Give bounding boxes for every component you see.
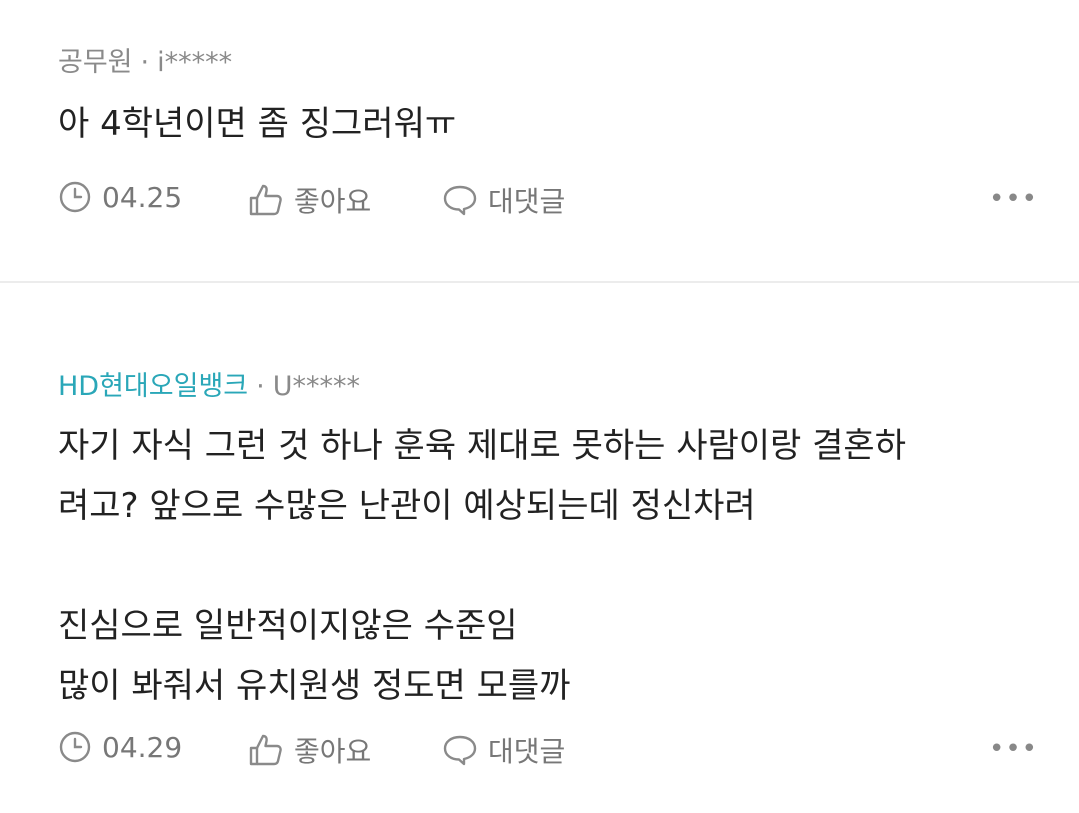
- clock-icon: [59, 181, 91, 213]
- comment-date: 04.25: [58, 180, 182, 214]
- like-button[interactable]: 좋아요: [248, 730, 371, 770]
- more-options-icon[interactable]: •••: [989, 734, 1038, 764]
- comment-actions: 04.25 좋아요 대댓글 •••: [58, 180, 1038, 220]
- like-button[interactable]: 좋아요: [248, 180, 371, 220]
- comment-date-text: 04.25: [102, 180, 183, 214]
- speech-bubble-icon: [443, 185, 477, 216]
- thumbs-up-icon: [249, 734, 282, 766]
- like-label: 좋아요: [294, 735, 372, 768]
- comment-date: 04.29: [58, 730, 182, 764]
- comment-meta: HD현대오일뱅크 · U*****: [58, 364, 360, 403]
- comment-meta: 공무원 · i*****: [58, 40, 232, 79]
- comment-username: U*****: [272, 371, 360, 402]
- comment-actions: 04.29 좋아요 대댓글 •••: [58, 730, 1038, 770]
- comment-company[interactable]: HD현대오일뱅크: [58, 371, 248, 402]
- comment-text: 자기 자식 그런 것 하나 훈육 제대로 못하는 사람이랑 결혼하 려고? 앞으…: [58, 426, 906, 706]
- comment-divider: [0, 281, 1079, 283]
- comment-text: 아 4학년이면 좀 징그러워ㅠ: [58, 104, 457, 144]
- comment-username: i*****: [157, 47, 233, 78]
- reply-button[interactable]: 대댓글: [442, 180, 565, 220]
- meta-separator: ·: [140, 47, 150, 78]
- comment-date-text: 04.29: [102, 730, 183, 764]
- comment-company[interactable]: 공무원: [58, 47, 133, 78]
- more-options-icon[interactable]: •••: [989, 184, 1038, 214]
- meta-separator: ·: [256, 371, 265, 402]
- speech-bubble-icon: [443, 735, 477, 766]
- reply-label: 대댓글: [488, 735, 566, 768]
- clock-icon: [59, 731, 91, 763]
- thumbs-up-icon: [249, 184, 282, 216]
- reply-label: 대댓글: [488, 185, 566, 218]
- reply-button[interactable]: 대댓글: [442, 730, 565, 770]
- like-label: 좋아요: [294, 185, 372, 218]
